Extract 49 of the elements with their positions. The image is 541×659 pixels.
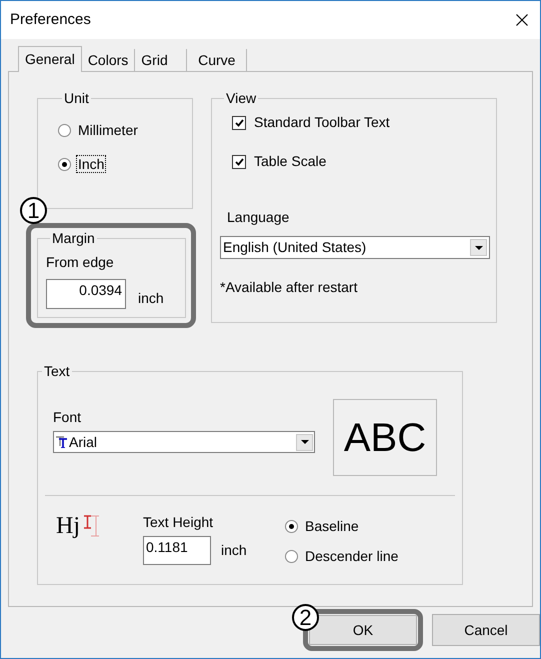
group-label: Unit — [63, 90, 90, 106]
window-title: Preferences — [10, 10, 91, 30]
checkmark-icon — [234, 118, 244, 126]
field-label: Font — [53, 408, 82, 427]
note-text: *Available after restart — [220, 278, 358, 297]
tab[interactable]: Grid — [135, 49, 188, 71]
dropdown-value: Arial — [69, 432, 98, 452]
radio-button[interactable] — [285, 520, 298, 532]
input-field[interactable]: 0.0394 — [46, 279, 126, 309]
checkmark-icon — [234, 158, 244, 166]
radio-button[interactable] — [58, 124, 71, 136]
callout-number: 1 — [20, 197, 47, 224]
dropdown-button[interactable] — [470, 239, 487, 256]
checkbox[interactable] — [232, 116, 246, 130]
checkbox-label[interactable]: Table Scale — [254, 151, 326, 172]
checkbox-label[interactable]: Standard Toolbar Text — [254, 112, 390, 133]
tab[interactable]: General — [18, 46, 82, 72]
cancel-button[interactable]: Cancel — [432, 614, 540, 646]
font-dropdown[interactable]: Arial — [53, 431, 315, 453]
radio-label[interactable]: Baseline — [304, 518, 360, 534]
ok-button[interactable]: OK — [309, 615, 417, 645]
radio-button[interactable] — [285, 550, 298, 562]
font-preview: ABC — [333, 399, 437, 476]
field-label: Text Height — [143, 513, 214, 532]
dropdown-button[interactable] — [296, 434, 313, 450]
radio-label[interactable]: Descender line — [304, 548, 400, 564]
radio-label[interactable]: Millimeter — [77, 122, 139, 138]
language-dropdown[interactable]: English (United States) — [220, 236, 490, 259]
sample-text: Hj — [56, 514, 80, 538]
unit-label: inch — [221, 541, 247, 560]
close-icon[interactable] — [516, 14, 528, 26]
caret-icon — [300, 440, 308, 444]
text-height-icon — [82, 514, 100, 538]
callout-number: 2 — [292, 604, 319, 631]
tab[interactable]: Curve — [187, 49, 248, 71]
unit-label: inch — [138, 289, 164, 308]
field-label: Language — [226, 208, 290, 227]
group-label: Text — [43, 363, 71, 379]
tab[interactable]: Colors — [82, 49, 136, 71]
radio-label[interactable]: Inch — [77, 156, 106, 172]
radio-button[interactable] — [58, 158, 71, 170]
checkbox[interactable] — [232, 154, 246, 168]
font-icon — [56, 436, 68, 448]
group-label: View — [225, 90, 258, 106]
field-label: From edge — [46, 253, 115, 272]
group-label: Margin — [51, 230, 96, 246]
input-field[interactable]: 0.1181 — [143, 536, 211, 565]
dropdown-value: English (United States) — [223, 238, 366, 257]
caret-icon — [474, 246, 482, 250]
